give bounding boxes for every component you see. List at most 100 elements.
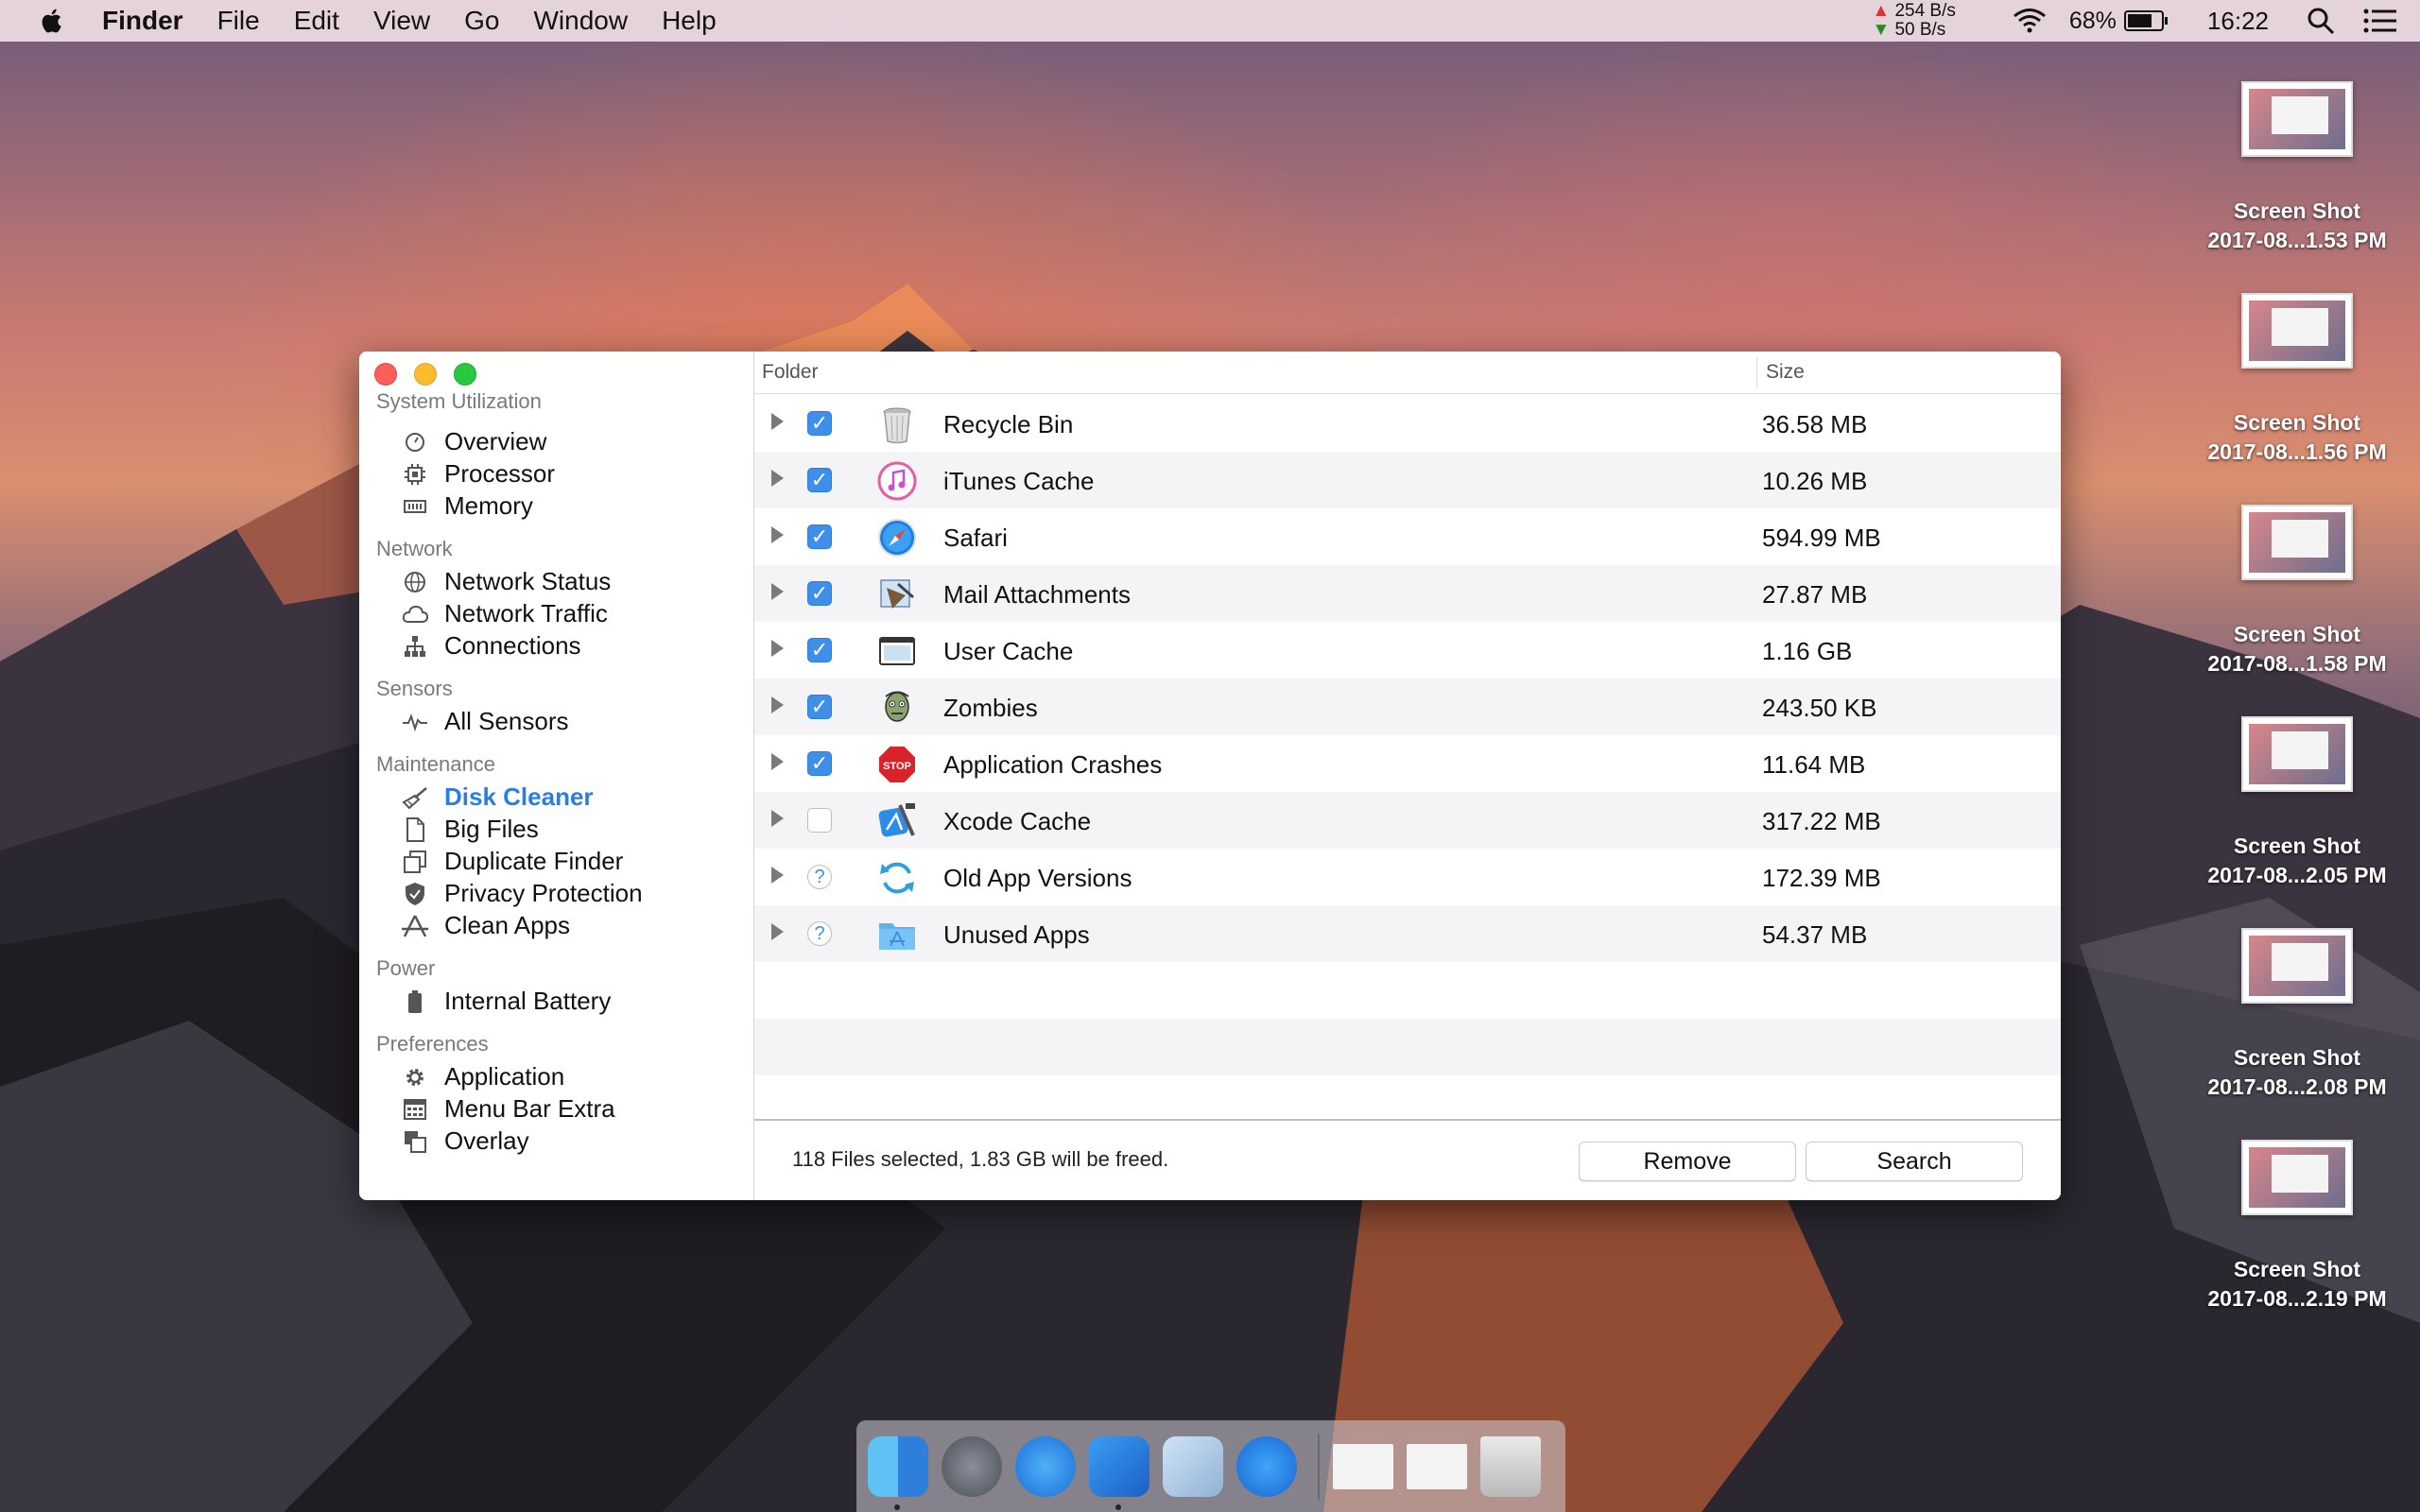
selection-summary: 118 Files selected, 1.83 GB will be free… xyxy=(792,1147,1169,1171)
table-row[interactable]: ? Unused Apps 54.37 MB xyxy=(754,905,2061,962)
screenshot-stack-icon[interactable] xyxy=(1407,1443,1467,1489)
table-row[interactable]: ✓ iTunes Cache 10.26 MB xyxy=(754,452,2061,508)
desktop-file-screenshot[interactable]: Screen Shot 2017-08...2.08 PM xyxy=(2174,928,2420,1102)
row-checkbox[interactable]: ✓ xyxy=(807,468,832,492)
sidebar-item-internal-battery[interactable]: Internal Battery xyxy=(401,987,611,1016)
sidebar-item-all-sensors[interactable]: All Sensors xyxy=(401,707,569,736)
desktop-file-screenshot[interactable]: Screen Shot 2017-08...2.19 PM xyxy=(2174,1140,2420,1314)
safari-icon xyxy=(878,519,916,557)
disclosure-triangle-icon[interactable] xyxy=(771,696,784,713)
sidebar-item-label: Internal Battery xyxy=(444,987,612,1015)
download-arrow-icon: ▼ xyxy=(1872,20,1891,40)
xcode-dock-icon[interactable] xyxy=(1089,1435,1150,1510)
folder-size: 11.64 MB xyxy=(1762,750,1866,779)
sidebar-item-duplicate-finder[interactable]: Duplicate Finder xyxy=(401,847,623,876)
desktop-file-screenshot[interactable]: Screen Shot 2017-08...1.58 PM xyxy=(2174,505,2420,679)
table-row[interactable]: ✓ STOP Application Crashes 11.64 MB xyxy=(754,735,2061,792)
screenshot-stack-icon[interactable] xyxy=(1333,1443,1393,1489)
trash-dock-icon[interactable] xyxy=(1480,1435,1541,1497)
remove-button[interactable]: Remove xyxy=(1579,1142,1796,1181)
column-header-folder[interactable]: Folder xyxy=(762,361,819,384)
disclosure-triangle-icon[interactable] xyxy=(771,526,784,543)
table-row[interactable]: ✓ Recycle Bin 36.58 MB xyxy=(754,395,2061,452)
disclosure-triangle-icon[interactable] xyxy=(771,923,784,940)
table-row[interactable]: ✓ User Cache 1.16 GB xyxy=(754,622,2061,679)
section-sensors: Sensors xyxy=(376,677,453,700)
sidebar-item-disk-cleaner[interactable]: Disk Cleaner xyxy=(401,782,594,812)
launchpad-icon[interactable] xyxy=(942,1435,1002,1497)
sidebar-item-processor[interactable]: Processor xyxy=(401,459,555,489)
sidebar-item-privacy-protection[interactable]: Privacy Protection xyxy=(401,879,643,908)
menu-go[interactable]: Go xyxy=(464,6,499,36)
menu-help[interactable]: Help xyxy=(662,6,717,36)
app-window: System Utilization Overview Processor Me… xyxy=(359,352,2061,1200)
folder-size: 36.58 MB xyxy=(1762,410,1868,438)
sidebar-item-clean-apps[interactable]: Clean Apps xyxy=(401,911,570,940)
app-store-dock-icon[interactable] xyxy=(1236,1435,1297,1497)
broom-icon xyxy=(401,785,429,810)
sidebar-item-application[interactable]: Application xyxy=(401,1062,564,1091)
row-checkbox[interactable]: ✓ xyxy=(807,695,832,719)
table-row[interactable]: ✓ Zombies 243.50 KB xyxy=(754,679,2061,735)
table-row[interactable]: ✓ Safari 594.99 MB xyxy=(754,508,2061,565)
gear-icon xyxy=(401,1065,429,1090)
disclosure-triangle-icon[interactable] xyxy=(771,583,784,600)
disclosure-triangle-icon[interactable] xyxy=(771,640,784,657)
table-row[interactable]: Xcode Cache 317.22 MB xyxy=(754,792,2061,849)
sidebar-item-network-status[interactable]: Network Status xyxy=(401,567,611,596)
notification-center-icon[interactable] xyxy=(2363,9,2397,33)
sidebar-item-overlay[interactable]: Overlay xyxy=(401,1126,529,1156)
sidebar-item-network-traffic[interactable]: Network Traffic xyxy=(401,599,608,628)
sidebar-item-connections[interactable]: Connections xyxy=(401,631,581,661)
sidebar-item-memory[interactable]: Memory xyxy=(401,491,533,521)
file-name: Screen Shot xyxy=(2233,833,2361,858)
table-row-empty xyxy=(754,962,2061,1019)
desktop-file-screenshot[interactable]: Screen Shot 2017-08...2.05 PM xyxy=(2174,716,2420,890)
spotlight-search-icon[interactable] xyxy=(2307,7,2335,35)
table-row[interactable]: ✓ Mail Attachments 27.87 MB xyxy=(754,565,2061,622)
row-checkbox[interactable]: ✓ xyxy=(807,581,832,606)
menu-app-name[interactable]: Finder xyxy=(102,6,183,36)
row-unknown-status-icon[interactable]: ? xyxy=(807,921,832,946)
minimize-window-button[interactable] xyxy=(414,363,437,386)
apple-icon[interactable] xyxy=(36,7,70,35)
menu-window[interactable]: Window xyxy=(533,6,628,36)
menu-edit[interactable]: Edit xyxy=(294,6,339,36)
shield-icon xyxy=(401,882,429,906)
mail-dock-icon[interactable] xyxy=(1163,1435,1223,1497)
network-speed-extra[interactable]: ▲ 254 B/s ▼ 50 B/s xyxy=(1872,2,1956,40)
disclosure-triangle-icon[interactable] xyxy=(771,867,784,884)
row-checkbox[interactable] xyxy=(807,808,832,833)
sidebar-item-big-files[interactable]: Big Files xyxy=(401,815,539,844)
desktop-file-screenshot[interactable]: Screen Shot 2017-08...1.56 PM xyxy=(2174,293,2420,467)
close-window-button[interactable] xyxy=(374,363,397,386)
sidebar-item-overview[interactable]: Overview xyxy=(401,427,546,456)
row-checkbox[interactable]: ✓ xyxy=(807,638,832,662)
row-checkbox[interactable]: ✓ xyxy=(807,751,832,776)
row-unknown-status-icon[interactable]: ? xyxy=(807,865,832,889)
table-row[interactable]: ? Old App Versions 172.39 MB xyxy=(754,849,2061,905)
finder-icon[interactable] xyxy=(868,1435,928,1510)
duplicate-icon xyxy=(401,850,429,874)
safari-dock-icon[interactable] xyxy=(1015,1435,1076,1497)
disclosure-triangle-icon[interactable] xyxy=(771,470,784,487)
disclosure-triangle-icon[interactable] xyxy=(771,753,784,770)
itunes-icon xyxy=(877,461,917,501)
clock[interactable]: 16:22 xyxy=(2207,7,2269,36)
menu-file[interactable]: File xyxy=(217,6,260,36)
folder-size: 243.50 KB xyxy=(1762,694,1877,722)
disclosure-triangle-icon[interactable] xyxy=(771,810,784,827)
disclosure-triangle-icon[interactable] xyxy=(771,413,784,430)
battery-icon[interactable] xyxy=(2123,9,2169,32)
column-header-size[interactable]: Size xyxy=(1766,361,1805,384)
wifi-icon[interactable] xyxy=(2011,7,2048,35)
battery-percent[interactable]: 68% xyxy=(2069,8,2117,35)
row-checkbox[interactable]: ✓ xyxy=(807,411,832,436)
menu-view[interactable]: View xyxy=(373,6,430,36)
sidebar-item-menu-bar-extra[interactable]: Menu Bar Extra xyxy=(401,1094,615,1124)
desktop-file-screenshot[interactable]: Screen Shot 2017-08...1.53 PM xyxy=(2174,81,2420,255)
row-checkbox[interactable]: ✓ xyxy=(807,524,832,549)
sidebar: System Utilization Overview Processor Me… xyxy=(359,352,754,1200)
zoom-window-button[interactable] xyxy=(454,363,476,386)
search-button[interactable]: Search xyxy=(1806,1142,2023,1181)
